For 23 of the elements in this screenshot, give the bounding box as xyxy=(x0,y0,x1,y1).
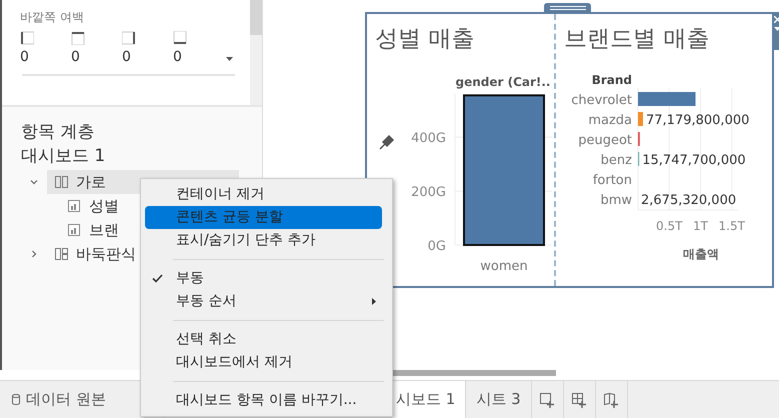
tick-label: 0G xyxy=(428,239,446,254)
tick-label: 1.5T xyxy=(718,219,745,233)
section-title: 항목 계층 xyxy=(20,121,96,143)
category-label: women xyxy=(480,259,528,274)
category-label: chevrolet xyxy=(571,93,632,108)
tick-label: 1T xyxy=(693,219,708,233)
value-label: 2,675,320,000 xyxy=(641,193,736,208)
category-label: mazda xyxy=(588,113,632,128)
column-header: gender (Car!.. xyxy=(456,75,550,89)
axis-title: Brand xyxy=(592,73,632,87)
chart-title: 성별 매출 xyxy=(375,25,474,54)
tick-label: 400G xyxy=(411,131,446,146)
category-label: bmw xyxy=(600,193,632,208)
category-label: peugeot xyxy=(578,133,632,148)
category-label: benz xyxy=(600,153,632,168)
category-label: forton xyxy=(592,173,632,188)
section-label: 바깥쪽 여백 xyxy=(20,9,85,25)
axis-title: 매출액 xyxy=(683,247,719,261)
tick-label: 0.5T xyxy=(656,219,682,233)
chart-title: 브랜드별 매출 xyxy=(564,25,710,54)
value-label: 77,179,800,000 xyxy=(646,113,750,128)
value-label: 15,747,700,000 xyxy=(642,153,746,168)
tick-label: 200G xyxy=(411,185,446,200)
